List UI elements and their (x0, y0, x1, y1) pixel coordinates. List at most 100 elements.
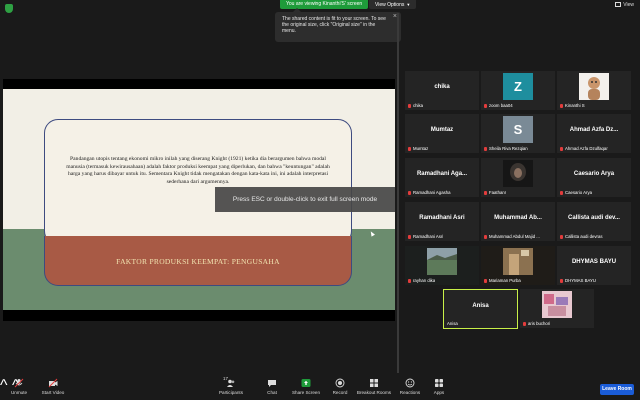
participant-label: Sheila Riva Rezqian (484, 146, 528, 151)
participant-name-center: Caesario Arya (573, 171, 615, 177)
chat-button[interactable]: Chat (262, 378, 282, 395)
participant-label: zoom baa04 (484, 103, 513, 108)
muted-mic-icon (408, 190, 411, 195)
participant-tile[interactable]: Z zoom baa04 (481, 71, 555, 110)
participant-name: Ramadhani Agasha (413, 190, 451, 195)
start-video-button[interactable]: Start Video (38, 378, 68, 395)
tooltip-text: The shared content is fit to your screen… (282, 16, 386, 34)
participant-label: Callista audi devras (560, 234, 603, 239)
participant-name-center: chika (434, 84, 450, 90)
participant-name-center: Mumtaz (430, 127, 454, 133)
participant-name-center: Anisa (472, 303, 489, 309)
panel-splitter[interactable] (397, 13, 399, 373)
chevron-down-icon: ▼ (406, 2, 411, 7)
participant-name: aris buchori (528, 321, 551, 326)
participant-name: Caesario Arya (565, 190, 592, 195)
participant-tile[interactable]: Callista audi dev... Callista audi devra… (557, 202, 631, 241)
reactions-button[interactable]: Reactions (398, 378, 422, 395)
view-options-button[interactable]: View Options ▼ (369, 0, 417, 9)
participant-name-center: Muhammad Ab... (494, 215, 542, 221)
avatar (503, 160, 533, 187)
participants-label: Participants (218, 390, 243, 395)
chat-label: Chat (267, 390, 277, 395)
participant-label: chika (408, 103, 423, 108)
encryption-shield-icon[interactable] (5, 4, 13, 13)
unmute-button[interactable]: Unmute (6, 378, 32, 395)
avatar: Z (503, 73, 533, 100)
participant-tile[interactable]: DHYMAS BAYU DHYMAS BAYU (557, 246, 631, 285)
apps-button[interactable]: Apps (430, 378, 448, 395)
participant-name: Mariaman Purba (489, 278, 521, 283)
participant-name-center: Callista audi dev... (568, 215, 620, 221)
participant-label: Muhammad Abdul Majid ... (484, 234, 540, 239)
muted-mic-icon (408, 234, 411, 239)
participant-name: Anisa (447, 321, 458, 326)
participant-tile[interactable]: Ramadhani Aga... Ramadhani Agasha (405, 158, 479, 197)
view-label: View (623, 2, 634, 8)
reactions-icon (405, 378, 415, 388)
participant-name: chika (413, 103, 424, 108)
avatar (579, 73, 609, 100)
participant-label: DHYMAS BAYU (560, 278, 596, 283)
participant-label: Caesario Arya (560, 190, 592, 195)
participant-tile[interactable]: Faathanr (481, 158, 555, 197)
reactions-label: Reactions (399, 390, 421, 395)
slide-title: FAKTOR PRODUKSI KEEMPAT: PENGUSAHA (116, 257, 280, 266)
participant-tile[interactable]: Caesario Arya Caesario Arya (557, 158, 631, 197)
meeting-toolbar: Unmute ^ Start Video ^ 17 Participants C… (0, 376, 640, 400)
participant-name-center: Ahmad Azfa Dz... (569, 127, 619, 133)
start-video-label: Start Video (41, 390, 65, 395)
participant-tile[interactable]: Ramadhani Asri Ramadhani Asri (405, 202, 479, 241)
participant-label: Mumtaz (408, 146, 428, 151)
share-screen-button[interactable]: Share Screen (290, 378, 322, 395)
apps-icon (435, 379, 443, 387)
breakout-rooms-button[interactable]: Breakout Rooms (356, 378, 392, 395)
record-label: Record (332, 390, 348, 395)
leave-room-button[interactable]: Leave Room (600, 384, 634, 395)
participant-name-center: Ramadhani Asri (419, 215, 465, 221)
participant-label: Anisa (447, 321, 458, 326)
participant-name: Faathanr (489, 190, 507, 195)
participant-tile[interactable]: S Sheila Riva Rezqian (481, 114, 555, 153)
muted-mic-icon (560, 278, 563, 283)
view-button[interactable]: View (615, 2, 634, 8)
muted-mic-icon (560, 234, 563, 239)
share-screen-icon (301, 379, 311, 387)
record-icon (335, 378, 345, 388)
muted-mic-icon (560, 146, 563, 151)
participant-tile[interactable]: Kinanthi S (557, 71, 631, 110)
chat-icon (268, 380, 276, 387)
participant-tile[interactable]: chika chika (405, 71, 479, 110)
participant-name: Kinanthi S (565, 103, 585, 108)
participant-name: Muhammad Abdul Majid ... (489, 234, 540, 239)
participant-tile[interactable]: Mumtaz Mumtaz (405, 114, 479, 153)
participant-tile[interactable]: Ahmad Azfa Dz... Ahmad Azfa Dzulfaqar (557, 114, 631, 153)
participant-label: Ahmad Azfa Dzulfaqar (560, 146, 608, 151)
participant-tile[interactable]: Mariaman Purba (481, 246, 555, 285)
participant-name: Callista audi devras (565, 234, 603, 239)
participant-tile[interactable]: rayhan dika (405, 246, 479, 285)
muted-mic-icon (484, 146, 487, 151)
muted-mic-icon (484, 234, 487, 239)
participant-label: Kinanthi S (560, 103, 585, 108)
participant-label: Faathanr (484, 190, 506, 195)
participants-button[interactable]: 17 Participants (215, 376, 247, 395)
participant-name: Ramadhani Asri (413, 234, 444, 239)
muted-mic-icon (484, 190, 487, 195)
avatar: S (503, 116, 533, 143)
muted-mic-icon (408, 103, 411, 108)
exit-fullscreen-hint: Press ESC or double-click to exit full s… (215, 187, 395, 212)
zoom-meeting-window: You are viewing Kinanthi'S' screen View … (0, 0, 640, 400)
participant-name: Sheila Riva Rezqian (489, 146, 528, 151)
participant-tile[interactable]: aris buchori (520, 289, 594, 328)
muted-mic-icon (560, 190, 563, 195)
participant-tile[interactable]: Muhammad Ab... Muhammad Abdul Majid ... (481, 202, 555, 241)
participant-label: Ramadhani Agasha (408, 190, 451, 195)
record-button[interactable]: Record (330, 378, 350, 395)
participant-name-center: DHYMAS BAYU (571, 259, 617, 265)
active-speaker-tile[interactable]: Anisa Anisa (443, 289, 518, 329)
unmute-label: Unmute (10, 390, 28, 395)
gallery-grid-icon (615, 2, 622, 8)
muted-mic-icon (523, 321, 526, 326)
video-off-icon (48, 378, 58, 388)
